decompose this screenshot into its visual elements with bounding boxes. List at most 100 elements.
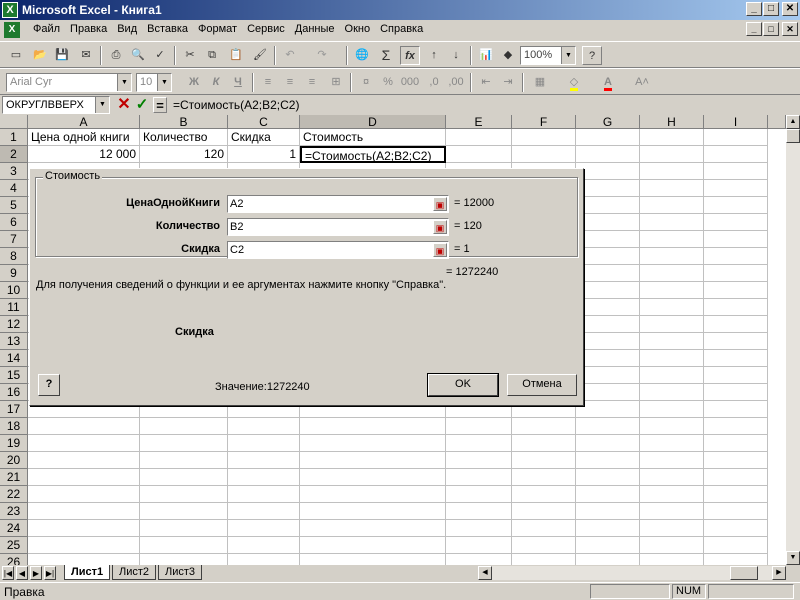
chevron-down-icon[interactable]: ▼	[157, 74, 171, 91]
cell-c25[interactable]	[228, 537, 300, 554]
row-header-8[interactable]: 8	[0, 248, 28, 265]
cell-b1[interactable]: Количество	[140, 129, 228, 146]
zoom-combo[interactable]: 100% ▼	[520, 46, 576, 65]
menu-edit[interactable]: Правка	[65, 23, 112, 35]
cell-f21[interactable]	[512, 469, 576, 486]
cell-c26[interactable]	[228, 554, 300, 565]
cell-a1[interactable]: Цена одной книги	[28, 129, 140, 146]
scroll-thumb[interactable]	[730, 566, 758, 580]
cell-i20[interactable]	[704, 452, 768, 469]
chevron-down-icon[interactable]: ▼	[95, 97, 109, 113]
print-preview-icon[interactable]: 🔍	[128, 46, 148, 65]
cell-f19[interactable]	[512, 435, 576, 452]
cell-i23[interactable]	[704, 503, 768, 520]
cell-h17[interactable]	[640, 401, 704, 418]
cell-e21[interactable]	[446, 469, 512, 486]
cell-g4[interactable]	[576, 180, 640, 197]
cell-a20[interactable]	[28, 452, 140, 469]
cell-b22[interactable]	[140, 486, 228, 503]
cell-f22[interactable]	[512, 486, 576, 503]
undo-icon[interactable]: ↶	[280, 46, 300, 65]
increase-decimal-icon[interactable]: ,0	[424, 73, 444, 92]
cell-i19[interactable]	[704, 435, 768, 452]
row-header-24[interactable]: 24	[0, 520, 28, 537]
cell-i10[interactable]	[704, 282, 768, 299]
cell-h23[interactable]	[640, 503, 704, 520]
cell-e25[interactable]	[446, 537, 512, 554]
font-color-icon[interactable]: A	[598, 73, 618, 92]
row-header-22[interactable]: 22	[0, 486, 28, 503]
scroll-right-icon[interactable]: ▶	[772, 566, 786, 580]
cell-c1[interactable]: Скидка	[228, 129, 300, 146]
scroll-up-icon[interactable]: ▲	[786, 115, 800, 129]
menu-insert[interactable]: Вставка	[142, 23, 193, 35]
cell-a26[interactable]	[28, 554, 140, 565]
align-right-icon[interactable]: ≡	[302, 73, 322, 92]
cell-g7[interactable]	[576, 231, 640, 248]
cell-f2[interactable]	[512, 146, 576, 163]
cell-h9[interactable]	[640, 265, 704, 282]
cell-h21[interactable]	[640, 469, 704, 486]
cell-i13[interactable]	[704, 333, 768, 350]
row-header-23[interactable]: 23	[0, 503, 28, 520]
cell-h10[interactable]	[640, 282, 704, 299]
select-all-corner[interactable]	[0, 115, 28, 129]
cell-i8[interactable]	[704, 248, 768, 265]
cell-b21[interactable]	[140, 469, 228, 486]
cell-f24[interactable]	[512, 520, 576, 537]
cell-g18[interactable]	[576, 418, 640, 435]
row-header-21[interactable]: 21	[0, 469, 28, 486]
cell-i11[interactable]	[704, 299, 768, 316]
cell-i16[interactable]	[704, 384, 768, 401]
column-header-h[interactable]: H	[640, 115, 704, 129]
cell-g19[interactable]	[576, 435, 640, 452]
row-header-10[interactable]: 10	[0, 282, 28, 299]
cell-i9[interactable]	[704, 265, 768, 282]
cell-d22[interactable]	[300, 486, 446, 503]
cell-h19[interactable]	[640, 435, 704, 452]
cell-g22[interactable]	[576, 486, 640, 503]
cell-g6[interactable]	[576, 214, 640, 231]
cell-e1[interactable]	[446, 129, 512, 146]
paste-icon[interactable]: 📋	[226, 46, 246, 65]
cell-d25[interactable]	[300, 537, 446, 554]
chart-wizard-icon[interactable]: 📊	[476, 46, 496, 65]
sort-descending-icon[interactable]: ↓	[446, 46, 466, 65]
cell-d18[interactable]	[300, 418, 446, 435]
cell-i26[interactable]	[704, 554, 768, 565]
scroll-thumb[interactable]	[786, 129, 800, 143]
collapse-dialog-icon[interactable]: ▣	[433, 243, 447, 257]
cut-icon[interactable]: ✂	[180, 46, 200, 65]
cell-g15[interactable]	[576, 367, 640, 384]
cell-a18[interactable]	[28, 418, 140, 435]
row-header-14[interactable]: 14	[0, 350, 28, 367]
menu-tools[interactable]: Сервис	[242, 23, 290, 35]
cell-b24[interactable]	[140, 520, 228, 537]
doc-restore-button[interactable]: □	[763, 22, 779, 36]
arg-input-discount[interactable]: C2 ▣	[227, 241, 449, 259]
cell-d1[interactable]: Стоимость	[300, 129, 446, 146]
column-header-e[interactable]: E	[446, 115, 512, 129]
bold-button[interactable]: Ж	[184, 73, 204, 92]
cell-b20[interactable]	[140, 452, 228, 469]
row-header-3[interactable]: 3	[0, 163, 28, 180]
cell-e19[interactable]	[446, 435, 512, 452]
cell-g10[interactable]	[576, 282, 640, 299]
cancel-formula-icon[interactable]: ✕	[116, 97, 132, 113]
doc-minimize-button[interactable]: _	[746, 22, 762, 36]
cell-c2[interactable]: 1	[228, 146, 300, 163]
cell-a24[interactable]	[28, 520, 140, 537]
menu-file[interactable]: Файл	[28, 23, 65, 35]
cell-h3[interactable]	[640, 163, 704, 180]
spelling-icon[interactable]: ✓	[150, 46, 170, 65]
cell-d2[interactable]: =Стоимость(A2;B2;C2)	[300, 146, 446, 163]
column-header-c[interactable]: C	[228, 115, 300, 129]
cell-c18[interactable]	[228, 418, 300, 435]
cell-h6[interactable]	[640, 214, 704, 231]
cell-g1[interactable]	[576, 129, 640, 146]
row-header-16[interactable]: 16	[0, 384, 28, 401]
cell-h11[interactable]	[640, 299, 704, 316]
cell-g20[interactable]	[576, 452, 640, 469]
cell-g9[interactable]	[576, 265, 640, 282]
row-header-9[interactable]: 9	[0, 265, 28, 282]
